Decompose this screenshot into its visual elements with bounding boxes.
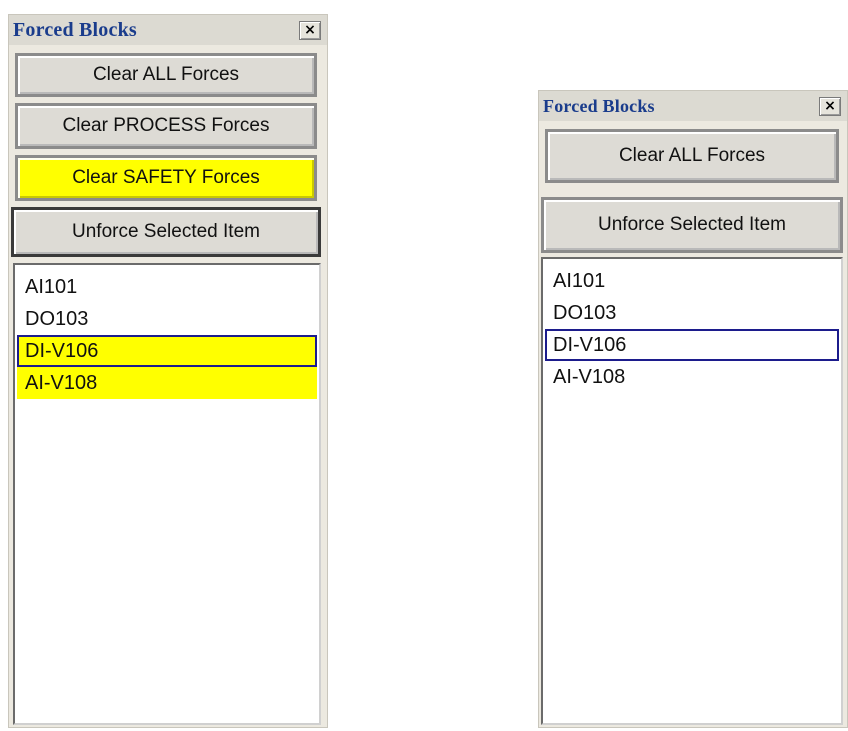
clear-safety-forces-button[interactable]: Clear SAFETY Forces	[15, 155, 317, 201]
list-item[interactable]: AI-V108	[17, 367, 317, 399]
unforce-selected-item-button[interactable]: Unforce Selected Item	[541, 197, 843, 253]
close-icon[interactable]: ×	[299, 20, 321, 40]
list-item[interactable]: DO103	[17, 303, 317, 335]
forced-blocks-list[interactable]: AI101 DO103 DI-V106 AI-V108	[13, 263, 321, 725]
list-item-selected[interactable]: DI-V106	[545, 329, 839, 361]
list-item[interactable]: AI-V108	[545, 361, 839, 393]
clear-all-forces-button[interactable]: Clear ALL Forces	[15, 53, 317, 97]
panel-titlebar[interactable]: Forced Blocks ×	[9, 15, 327, 45]
forced-blocks-panel-standard: Forced Blocks × Clear ALL Forces Unforce…	[538, 90, 848, 728]
clear-process-forces-button[interactable]: Clear PROCESS Forces	[15, 103, 317, 149]
panel-title: Forced Blocks	[543, 95, 655, 116]
list-item[interactable]: AI101	[545, 265, 839, 297]
list-item-selected[interactable]: DI-V106	[17, 335, 317, 367]
forced-blocks-panel-safety: Forced Blocks × Clear ALL Forces Clear P…	[8, 14, 328, 728]
clear-all-forces-button[interactable]: Clear ALL Forces	[545, 129, 839, 183]
list-item[interactable]: AI101	[17, 271, 317, 303]
unforce-selected-item-button[interactable]: Unforce Selected Item	[11, 207, 321, 257]
list-item[interactable]: DO103	[545, 297, 839, 329]
panel-title: Forced Blocks	[13, 18, 137, 41]
forced-blocks-list[interactable]: AI101 DO103 DI-V106 AI-V108	[541, 257, 843, 725]
panel-titlebar[interactable]: Forced Blocks ×	[539, 91, 847, 121]
close-icon[interactable]: ×	[819, 96, 841, 116]
